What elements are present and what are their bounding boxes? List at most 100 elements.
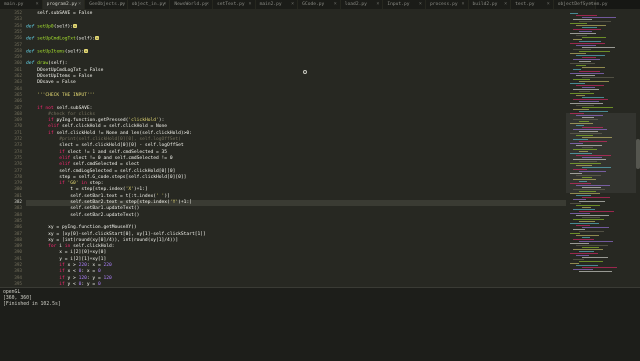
tab-close-icon[interactable]: × [121,0,124,9]
tab-label: main.py [4,2,24,7]
fold-marker-icon[interactable]: ↔ [73,23,78,28]
minimap-line [582,177,592,178]
tab-label: GenObjects.py [89,2,126,7]
code-line[interactable]: def setUpCmdLogTxt(self):↔ [26,36,100,42]
minimap-line [573,179,596,180]
code-token: ): [158,118,165,124]
code-token: if [26,118,57,124]
minimap-line [570,243,589,244]
tab-close-icon[interactable]: × [376,0,379,9]
code-token: 220 [103,263,112,268]
code-token: self.setBar1.text = t[:t.index( [26,193,156,199]
tab-12[interactable]: test.py × [511,0,554,9]
code-token: setUp0 [37,24,54,30]
fold-marker-icon[interactable]: ↔ [95,36,100,41]
minimap-line [582,197,610,198]
tab-close-icon[interactable]: × [206,0,209,9]
minimap-line [582,247,599,248]
tab-9[interactable]: Input.py × [383,0,426,9]
code-line[interactable]: def setUpItems(self):↔ [26,48,89,55]
tab-label: objectDefSystem.py [557,2,608,7]
code-token: 220 [78,263,87,268]
tab-6[interactable]: main2.py × [255,0,299,9]
tab-label: process.py [429,2,458,7]
tab-bar: main.py × program2.py × GenObjects.py × object… [0,0,640,9]
code-line[interactable]: self.setBar2.updateText() [26,213,139,219]
tab-2[interactable]: GenObjects.py × [85,0,128,9]
tab-close-icon[interactable]: × [334,0,337,9]
code-area[interactable]: self.subSAVE = False def setUp0(self):↔ de… [26,9,566,287]
tab-7[interactable]: GCode.py × [298,0,341,9]
minimap-line [573,209,595,210]
code-line[interactable]: DOsave = False [26,80,76,86]
tab-label: build2.py [472,2,498,7]
minimap-line [570,23,587,24]
minimap-line [582,107,613,108]
minimap-line [582,157,602,158]
code-editor[interactable]: 352 353 354 355 356 357 358 359 360 361 362 363 364 3… [0,9,640,287]
tab-label: NewsWorld.py [174,2,208,7]
code-line[interactable]: self.subSAVE = False [26,11,92,17]
minimap-line [582,57,596,58]
minimap-line [573,169,587,170]
code-token: setUpItems [37,49,65,55]
tab-5[interactable]: setText.py × [212,0,256,9]
minimap-line [579,231,604,232]
minimap-line [576,175,601,176]
code-line[interactable]: '''CHECK THE INPUT''' [26,93,95,99]
minimap-line [573,219,604,220]
tab-10[interactable]: process.py × [425,0,469,9]
minimap-line [579,141,607,142]
code-token: for [26,244,60,250]
minimap-line [576,255,589,256]
tab-close-icon[interactable]: × [504,0,507,9]
minimap-line [576,165,592,166]
minimap-line [582,257,608,258]
fold-marker-icon[interactable]: ↔ [84,48,89,53]
code-token: : x = [86,263,104,268]
minimap-line [570,153,592,154]
code-token: draw [37,61,49,67]
tab-3[interactable]: object_in.py × [127,0,171,9]
minimap-line [582,137,612,138]
tab-close-icon[interactable]: × [419,0,422,9]
tab-label: load2.py [344,2,367,7]
minimap-line [582,237,590,238]
minimap[interactable] [566,9,636,287]
code-token: xy = [int(round(xy[0]/4)), int(round(xy[… [26,237,179,243]
tab-11[interactable]: build2.py × [468,0,512,9]
tab-close-icon[interactable]: × [163,0,166,9]
code-token: if [26,275,68,281]
minimap-line [570,93,594,94]
tab-close-icon[interactable]: × [78,0,81,9]
tab-close-icon[interactable]: × [36,0,39,9]
code-token: step: [89,181,104,187]
tab-4[interactable]: NewsWorld.py × [170,0,213,9]
code-token: x = i[2][0]+xy[0] [26,250,107,256]
vertical-scrollbar[interactable] [636,139,640,169]
code-token: def [26,61,38,67]
minimap-line [576,135,593,136]
tab-close-icon[interactable]: × [462,0,465,9]
tab-13[interactable]: objectDefSystem.py × [553,0,608,9]
code-token: elif [26,124,62,130]
code-line[interactable]: def setUp0(self):↔ [26,23,78,30]
tab-close-icon[interactable]: × [249,0,252,9]
tab-0[interactable]: main.py × [0,0,43,9]
minimap-line [576,55,605,56]
minimap-line [582,97,604,98]
line-number-gutter: 352 353 354 355 356 357 358 359 360 361 362 363 364 3… [0,9,26,287]
tab-8[interactable]: load2.py × [340,0,384,9]
minimap-line [579,201,605,202]
tab-close-icon[interactable]: × [589,0,592,9]
tab-close-icon[interactable]: × [547,0,550,9]
code-token: (self): [48,61,68,67]
code-token: (self): [53,24,74,30]
minimap-line [573,149,597,150]
minimap-line [570,183,591,184]
tab-close-icon[interactable]: × [291,0,294,9]
tab-1[interactable]: program2.py × [42,0,86,9]
minimap-line [579,211,614,212]
minimap-line [570,263,579,264]
code-token: #print(self.clickHold[0][0], self.logOff… [26,137,181,142]
